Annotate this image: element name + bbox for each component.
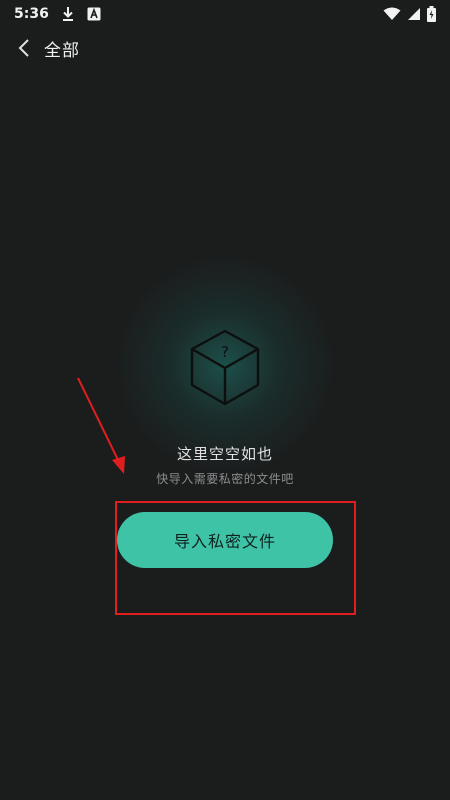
screen: 5:36 全部 ? 这里空空如也 快导入需要私密的文件吧 导入私密文件 (0, 0, 450, 800)
signal-icon (407, 7, 421, 21)
page-title: 全部 (44, 40, 80, 61)
status-right (383, 6, 436, 22)
annotation-highlight-box (115, 501, 356, 615)
download-icon (61, 6, 75, 22)
question-box-icon: ? (186, 327, 264, 409)
status-time: 5:36 (14, 6, 49, 22)
annotation-arrow-icon (77, 377, 125, 474)
chevron-left-icon (18, 39, 29, 57)
back-button[interactable] (4, 28, 44, 68)
status-bar: 5:36 (0, 0, 450, 28)
app-notification-icon (87, 7, 101, 21)
status-left: 5:36 (14, 6, 101, 22)
header: 全部 (0, 28, 450, 68)
battery-icon (427, 6, 436, 22)
empty-state-subtitle: 快导入需要私密的文件吧 (156, 472, 294, 486)
empty-state-title: 这里空空如也 (176, 445, 273, 463)
wifi-icon (383, 7, 401, 21)
svg-text:?: ? (221, 343, 229, 361)
